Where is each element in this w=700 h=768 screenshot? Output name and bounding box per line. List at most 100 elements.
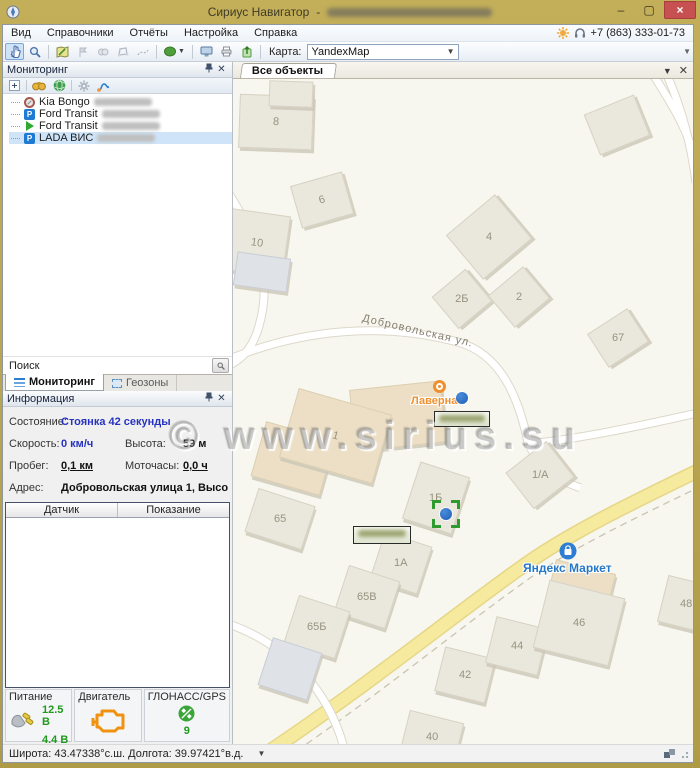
main-toolbar: ▼ Карта: YandexMap ▼ ▼ — [3, 42, 693, 62]
export-button[interactable] — [237, 43, 256, 60]
window-title: Сириус Навигатор — [208, 5, 310, 19]
polygon-tool-button[interactable] — [113, 43, 132, 60]
vehicle-row-ford-transit-2[interactable]: Ford Transit — [9, 120, 232, 132]
sensor-column-header[interactable]: Датчик — [6, 503, 118, 517]
tab-geozones-label: Геозоны — [126, 377, 168, 389]
maximize-button[interactable]: ▢ — [636, 1, 662, 19]
tree-empty-area — [3, 146, 232, 356]
globe-icon — [53, 79, 66, 92]
headset-icon — [574, 27, 586, 39]
binoculars-icon — [32, 80, 46, 91]
expand-tree-button[interactable] — [6, 79, 22, 93]
indicator-row: Питание 12.5 В 4.4 В Двигатель — [3, 688, 232, 744]
tab-monitoring[interactable]: Мониторинг — [5, 374, 104, 391]
blurred-plate — [97, 134, 155, 142]
engine-icon — [89, 706, 131, 736]
reading-column-header[interactable]: Показание — [118, 503, 229, 517]
selected-vehicle-marker[interactable] — [440, 508, 452, 520]
dock-tabstrip: Мониторинг Геозоны — [3, 374, 232, 391]
tab-geozones[interactable]: Геозоны — [104, 375, 177, 391]
poi-lavern-icon[interactable] — [433, 380, 446, 393]
toolbar-separator — [48, 45, 49, 59]
connection-icon — [664, 749, 675, 759]
magnifier-icon — [29, 46, 41, 58]
geozone-color-button[interactable]: ▼ — [161, 43, 188, 60]
power-title: Питание — [9, 691, 68, 703]
info-panel-title: Информация — [7, 393, 74, 405]
geozone-icon — [112, 379, 122, 388]
green-blob-icon — [164, 46, 178, 57]
support-phone: +7 (863) 333-01-73 — [591, 27, 685, 39]
altitude-label: Высота: — [125, 438, 183, 450]
close-button[interactable]: × — [664, 1, 696, 19]
state-value: Стоянка 42 секунды — [61, 416, 228, 428]
vehicle-map-label[interactable] — [434, 411, 490, 427]
menu-settings[interactable]: Настройка — [176, 26, 246, 40]
vehicle-name: Ford Transit — [39, 108, 98, 120]
minimize-button[interactable]: – — [608, 1, 634, 19]
support-sun-icon — [557, 27, 569, 39]
blurred-plate — [102, 122, 160, 130]
map-tab-dropdown-icon[interactable]: ▼ — [663, 66, 672, 76]
zoom-tool-button[interactable] — [25, 43, 44, 60]
vehicle-row-lada-vis[interactable]: P LADA ВИС — [9, 132, 232, 144]
vehicle-moving-icon — [24, 121, 35, 132]
menu-reports[interactable]: Отчёты — [122, 26, 176, 40]
selected-vehicle-map-label[interactable] — [353, 526, 411, 544]
print-button[interactable] — [217, 43, 236, 60]
menu-bar: Вид Справочники Отчёты Настройка Справка — [3, 25, 693, 42]
coordinates-dropdown-icon[interactable]: ▼ — [257, 749, 265, 758]
polygon-gray-icon — [117, 46, 129, 58]
track-button[interactable] — [96, 79, 112, 93]
map-tab-all-objects[interactable]: Все объекты — [240, 63, 337, 78]
add-circle-button[interactable] — [93, 43, 112, 60]
polyline-tool-button[interactable] — [133, 43, 152, 60]
poi-market-icon[interactable] — [559, 542, 577, 560]
menu-directories[interactable]: Справочники — [39, 26, 122, 40]
screenshot-button[interactable] — [197, 43, 216, 60]
map-canvas[interactable]: 8 6 10 4 2Б 2 67 1 1Б 1/А 65 — [233, 79, 693, 744]
map-edit-button[interactable] — [53, 43, 72, 60]
pin-icon[interactable] — [202, 392, 215, 405]
hours-value[interactable]: 0,0 ч — [183, 460, 228, 472]
pin-icon[interactable] — [202, 63, 215, 76]
add-point-button[interactable] — [73, 43, 92, 60]
printer-icon — [220, 46, 233, 57]
show-on-map-button[interactable] — [51, 79, 67, 93]
poi-lavern-label[interactable]: Лаверна — [411, 395, 457, 407]
toolbar-overflow-icon[interactable]: ▼ — [683, 47, 691, 56]
mileage-value[interactable]: 0,1 км — [61, 460, 125, 472]
address-label: Адрес: — [9, 482, 61, 494]
vehicle-row-kia-bongo[interactable]: Kia Bongo — [9, 96, 232, 108]
settings-button[interactable] — [76, 79, 92, 93]
search-row: Поиск — [3, 356, 232, 374]
map-tab-close-icon[interactable]: ✕ — [679, 64, 688, 77]
mileage-label: Пробег: — [9, 460, 61, 472]
close-panel-icon[interactable]: ✕ — [215, 393, 228, 404]
menu-help[interactable]: Справка — [246, 26, 305, 40]
title-bar: Сириус Навигатор - – ▢ × — [0, 0, 700, 24]
toolbar-separator — [260, 45, 261, 59]
hours-label: Моточасы: — [125, 460, 183, 472]
toolbar-separator — [156, 45, 157, 59]
app-window: Сириус Навигатор - – ▢ × Вид Справочники… — [0, 0, 700, 768]
vehicle-parked-icon: P — [24, 133, 35, 144]
vehicle-parked-icon: P — [24, 109, 35, 120]
vehicle-marker[interactable] — [456, 392, 468, 404]
engine-title: Двигатель — [78, 691, 137, 703]
flag-gray-icon — [77, 46, 89, 58]
close-panel-icon[interactable]: ✕ — [215, 64, 228, 75]
search-icon — [217, 362, 225, 370]
binoculars-button[interactable] — [31, 79, 47, 93]
list-icon — [14, 378, 25, 387]
search-button[interactable] — [212, 358, 229, 373]
map-building — [269, 80, 314, 108]
app-icon — [6, 5, 20, 19]
vehicle-row-ford-transit-1[interactable]: P Ford Transit — [9, 108, 232, 120]
menu-view[interactable]: Вид — [3, 26, 39, 40]
map-provider-combobox[interactable]: YandexMap ▼ — [307, 44, 459, 60]
poi-market-label[interactable]: Яндекс Маркет — [523, 561, 612, 575]
resize-grip[interactable] — [679, 749, 689, 759]
search-input[interactable] — [43, 359, 208, 373]
pan-tool-button[interactable] — [5, 43, 24, 60]
